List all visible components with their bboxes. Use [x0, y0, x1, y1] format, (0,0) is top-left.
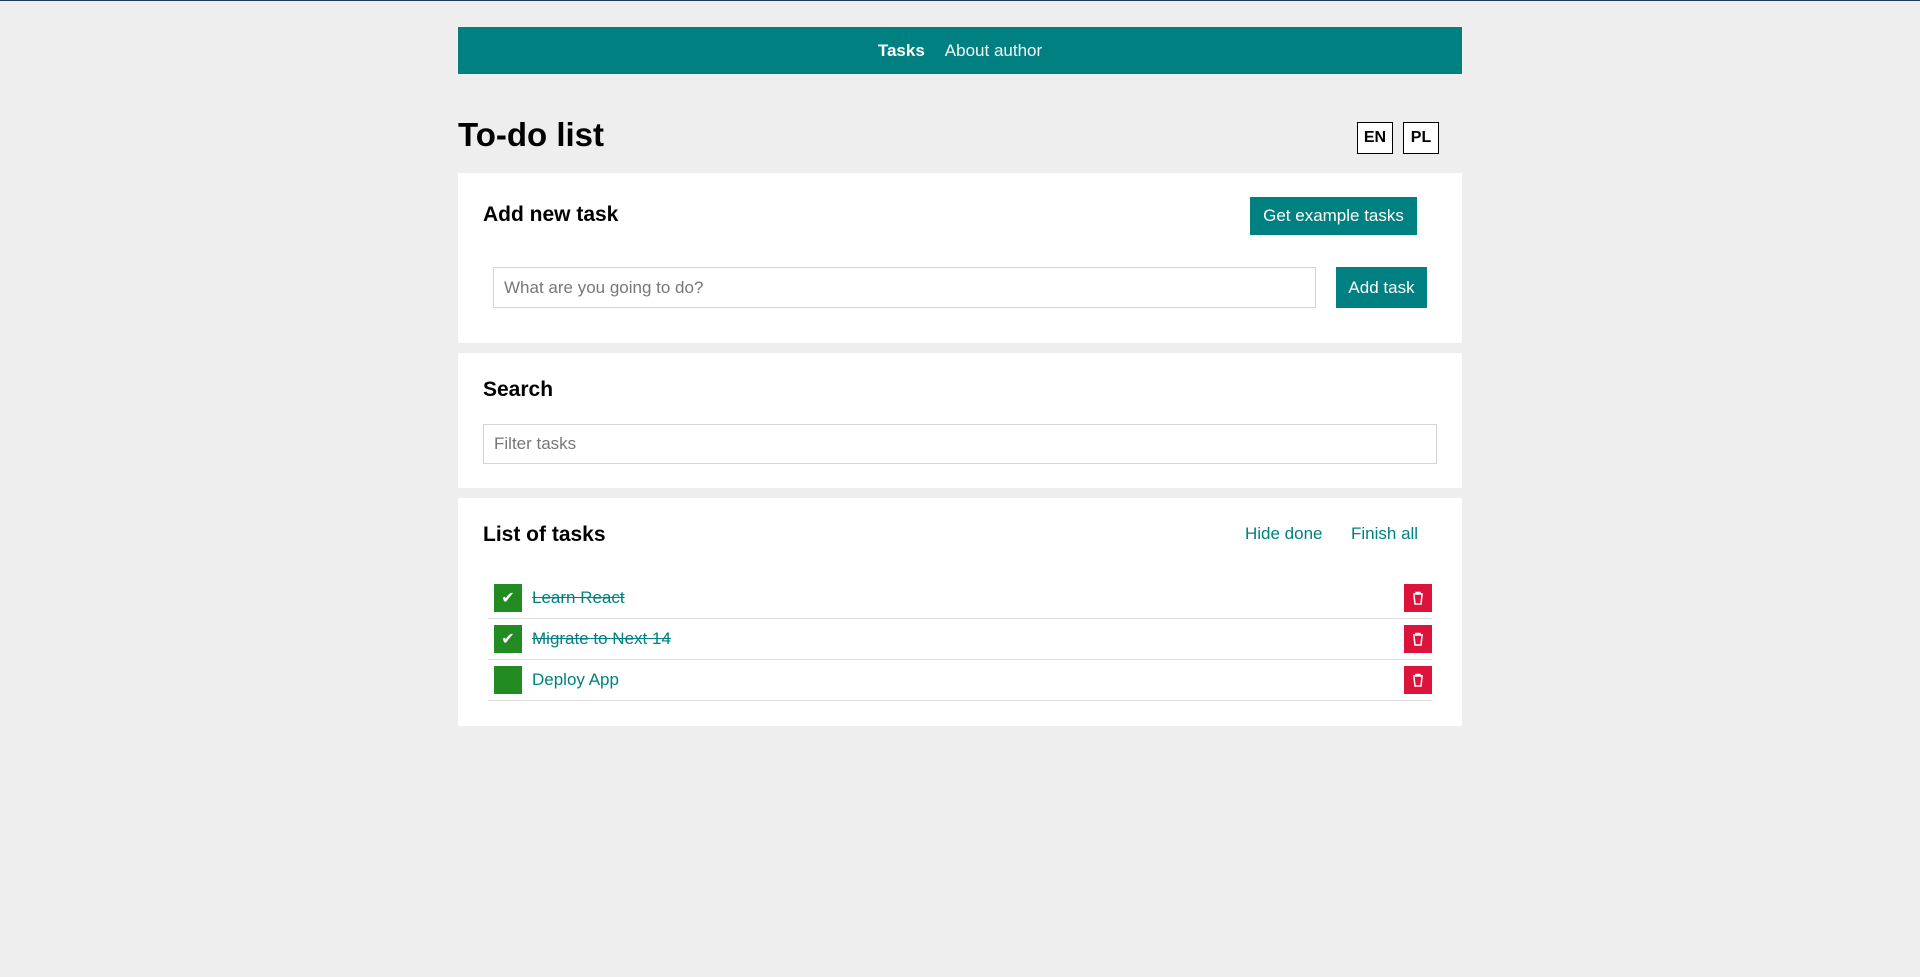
nav-about-author-link[interactable]: About author: [945, 41, 1042, 61]
task-list-heading: List of tasks: [483, 523, 606, 546]
get-example-tasks-button[interactable]: Get example tasks: [1250, 197, 1417, 235]
task-list: ✔ Learn React ✔ Migrate to Next 14 Deplo…: [488, 578, 1432, 701]
check-icon: ✔: [501, 631, 515, 648]
finish-all-button[interactable]: Finish all: [1351, 524, 1418, 544]
task-label: Migrate to Next 14: [532, 629, 671, 648]
check-icon: ✔: [501, 590, 515, 607]
language-en-button[interactable]: EN: [1357, 122, 1393, 154]
page-header: To-do list EN PL: [458, 104, 1462, 173]
add-task-section: Add new task Get example tasks Add task: [458, 173, 1462, 343]
toggle-done-button[interactable]: [494, 666, 522, 694]
page-title: To-do list: [458, 116, 605, 153]
toggle-done-button[interactable]: ✔: [494, 625, 522, 653]
new-task-input[interactable]: [493, 267, 1316, 308]
add-task-button[interactable]: Add task: [1336, 267, 1427, 308]
hide-done-button[interactable]: Hide done: [1245, 524, 1323, 544]
nav-tasks-link[interactable]: Tasks: [878, 41, 925, 61]
app-container: Tasks About author To-do list EN PL Add …: [458, 27, 1462, 736]
delete-task-button[interactable]: [1404, 625, 1432, 653]
trash-icon: [1413, 632, 1423, 646]
language-pl-button[interactable]: PL: [1403, 122, 1439, 154]
delete-task-button[interactable]: [1404, 584, 1432, 612]
add-task-heading: Add new task: [483, 203, 619, 226]
top-navigation: Tasks About author: [458, 27, 1462, 74]
task-item: ✔ Learn React: [488, 578, 1432, 619]
task-item: ✔ Migrate to Next 14: [488, 619, 1432, 660]
trash-icon: [1413, 673, 1423, 687]
task-label: Learn React: [532, 588, 625, 607]
trash-icon: [1413, 591, 1423, 605]
search-section: Search: [458, 353, 1462, 488]
toggle-done-button[interactable]: ✔: [494, 584, 522, 612]
task-label: Deploy App: [532, 670, 619, 689]
task-item: Deploy App: [488, 660, 1432, 701]
delete-task-button[interactable]: [1404, 666, 1432, 694]
task-list-section: List of tasks Hide done Finish all ✔ Lea…: [458, 498, 1462, 726]
search-heading: Search: [483, 378, 554, 401]
filter-tasks-input[interactable]: [483, 424, 1437, 464]
